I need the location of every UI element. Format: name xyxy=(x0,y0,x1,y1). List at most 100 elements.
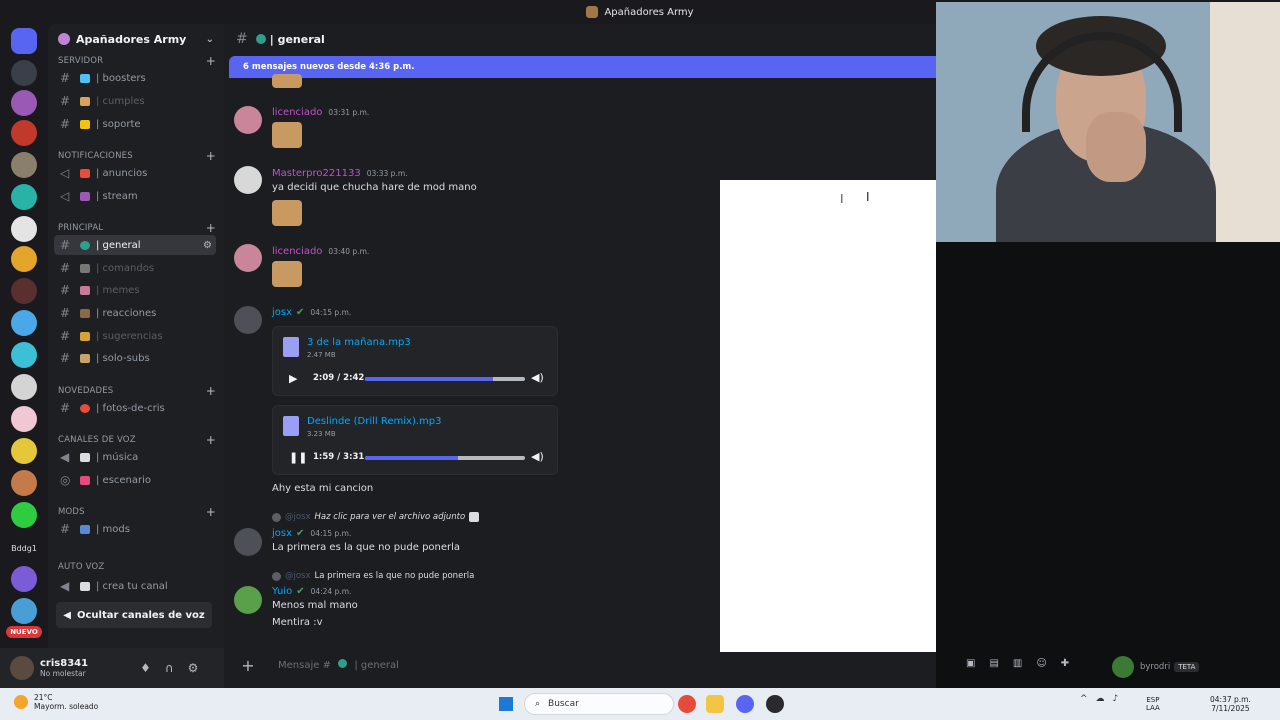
category-principal[interactable]: PRINCIPAL + xyxy=(58,221,216,235)
category-mods[interactable]: MODS + xyxy=(58,505,216,519)
avatar[interactable] xyxy=(10,656,34,680)
gear-icon[interactable]: ⚙ xyxy=(188,661,199,675)
category-servidor[interactable]: SERVIDOR + xyxy=(58,54,216,68)
channel-memes[interactable]: # | memes xyxy=(54,280,216,300)
server-icon-12[interactable] xyxy=(11,374,37,400)
category-notificaciones[interactable]: NOTIFICACIONES + xyxy=(58,149,216,163)
avatar[interactable] xyxy=(234,306,262,334)
gift-icon[interactable]: ▣ xyxy=(966,658,989,669)
add-channel-icon[interactable]: + xyxy=(206,384,216,398)
server-icon-5[interactable] xyxy=(11,152,37,178)
add-attachment-icon[interactable]: + xyxy=(238,656,258,675)
discord-icon[interactable] xyxy=(736,695,754,713)
avatar[interactable] xyxy=(234,586,262,614)
add-channel-icon[interactable]: + xyxy=(206,505,216,519)
server-icon-11[interactable] xyxy=(11,342,37,368)
category-auto-voz[interactable]: AUTO VOZ xyxy=(58,562,216,572)
emoji-icon[interactable]: ☺ xyxy=(1036,658,1060,669)
taskbar-search[interactable]: ⌕ Buscar xyxy=(524,693,674,715)
author-name[interactable]: josx xyxy=(272,307,292,318)
server-icon-15[interactable] xyxy=(11,470,37,496)
channel-reacciones[interactable]: # | reacciones xyxy=(54,303,216,323)
avatar[interactable] xyxy=(234,166,262,194)
headphones-icon[interactable]: ∩ xyxy=(165,661,174,675)
pause-icon[interactable]: ❚❚ xyxy=(289,451,307,464)
sticker[interactable] xyxy=(272,122,302,148)
channel-anuncios[interactable]: ◁ | anuncios xyxy=(54,163,216,183)
channel-escenario[interactable]: ◎ | escenario xyxy=(54,470,216,490)
channel-comandos[interactable]: # | comandos xyxy=(54,258,216,278)
server-icon-17[interactable] xyxy=(11,566,37,592)
server-icon-13[interactable] xyxy=(11,406,37,432)
channel-general[interactable]: # | general ⚙ xyxy=(54,235,216,255)
server-icon-8[interactable] xyxy=(11,246,37,272)
sticker[interactable] xyxy=(272,74,302,88)
channel-crea-tu-canal[interactable]: ◀ | crea tu canal xyxy=(54,576,216,596)
add-channel-icon[interactable]: + xyxy=(206,149,216,163)
author-name[interactable]: josx xyxy=(272,528,292,539)
channel-cumples[interactable]: # | cumples xyxy=(54,91,216,111)
weather-widget[interactable]: 21°C Mayorm. soleado xyxy=(14,693,98,711)
chrome-icon[interactable] xyxy=(678,695,696,713)
windows-start-icon[interactable] xyxy=(499,697,513,711)
channel-soporte[interactable]: # | soporte xyxy=(54,114,216,134)
sticker-icon[interactable]: ▥ xyxy=(1013,658,1036,669)
channel-solo-subs[interactable]: # | solo-subs xyxy=(54,348,216,368)
server-icon-1[interactable] xyxy=(11,28,37,54)
attachment-name[interactable]: Deslinde (Drill Remix).mp3 xyxy=(307,416,441,427)
author-name[interactable]: licenciado xyxy=(272,107,322,118)
channel-fotos-de-cris[interactable]: # | fotos-de-cris xyxy=(54,398,216,418)
obs-icon[interactable] xyxy=(766,695,784,713)
server-icon-7[interactable] xyxy=(11,216,37,242)
server-icon-10[interactable] xyxy=(11,310,37,336)
server-icon-14[interactable] xyxy=(11,438,37,464)
play-icon[interactable]: ▶ xyxy=(289,372,297,385)
chevron-down-icon[interactable]: ⌄ xyxy=(206,34,214,45)
server-icon-9[interactable] xyxy=(11,278,37,304)
server-icon-6[interactable] xyxy=(11,184,37,210)
message-composer[interactable]: + Mensaje # | general xyxy=(232,650,932,680)
server-icon-3[interactable] xyxy=(11,90,37,116)
audio-seek-bar[interactable] xyxy=(365,456,525,460)
channel-stream[interactable]: ◁ | stream xyxy=(54,186,216,206)
add-channel-icon[interactable]: + xyxy=(206,433,216,447)
language-indicator[interactable]: ESP LAA xyxy=(1146,696,1160,712)
channel-musica[interactable]: ◀ | música xyxy=(54,447,216,467)
avatar[interactable] xyxy=(234,244,262,272)
category-novedades[interactable]: NOVEDADES + xyxy=(58,384,216,398)
add-channel-icon[interactable]: + xyxy=(206,54,216,68)
add-channel-icon[interactable]: + xyxy=(206,221,216,235)
hide-voice-channels-button[interactable]: ◀ Ocultar canales de voz xyxy=(56,602,212,628)
server-icon-2[interactable] xyxy=(11,60,37,86)
server-icon-18[interactable] xyxy=(11,598,37,624)
folder-icon[interactable] xyxy=(706,695,724,713)
reply-preview[interactable]: @josx La primera es la que no pude poner… xyxy=(272,571,474,581)
category-canales-de-voz[interactable]: CANALES DE VOZ + xyxy=(58,433,216,447)
clock[interactable]: 04:37 p.m. 7/11/2025 xyxy=(1210,695,1251,713)
avatar[interactable] xyxy=(234,528,262,556)
sticker[interactable] xyxy=(272,261,302,287)
attachment-name[interactable]: 3 de la mañana.mp3 xyxy=(307,337,411,348)
reply-preview[interactable]: @josx Haz clic para ver el archivo adjun… xyxy=(272,512,480,522)
settings-icon[interactable]: ⚙ xyxy=(203,240,216,251)
new-messages-banner[interactable]: 6 mensajes nuevos desde 4:36 p.m. xyxy=(229,56,936,78)
server-label[interactable]: Bddg1 xyxy=(6,544,42,553)
avatar[interactable] xyxy=(234,106,262,134)
system-tray-icons[interactable]: ^☁♪ xyxy=(1080,694,1126,704)
server-icon-4[interactable] xyxy=(11,120,37,146)
volume-icon[interactable]: ◀) xyxy=(531,450,544,463)
gif-icon[interactable]: ▤ xyxy=(989,658,1012,669)
blank-overlay-panel[interactable]: I I xyxy=(720,180,936,652)
channel-boosters[interactable]: # | boosters xyxy=(54,68,216,88)
author-name[interactable]: licenciado xyxy=(272,246,322,257)
channel-sugerencias[interactable]: # | sugerencias xyxy=(54,326,216,346)
guild-header[interactable]: Apañadores Army ⌄ xyxy=(48,24,224,54)
channel-mods[interactable]: # | mods xyxy=(54,519,216,539)
apps-icon[interactable]: ✚ xyxy=(1061,658,1083,669)
audio-seek-bar[interactable] xyxy=(365,377,525,381)
stream-user-chip[interactable]: byrodri TETA xyxy=(1112,656,1200,678)
author-name[interactable]: Masterpro221133 xyxy=(272,168,361,179)
sticker[interactable] xyxy=(272,200,302,226)
volume-icon[interactable]: ◀) xyxy=(531,371,544,384)
author-name[interactable]: Yuio xyxy=(272,586,292,597)
